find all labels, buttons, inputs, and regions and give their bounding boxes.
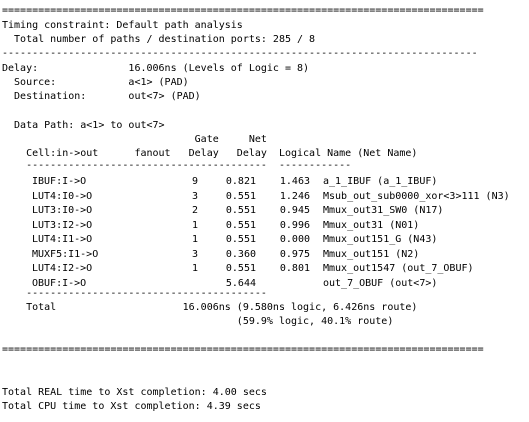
row-name: Mmux_out151_G (N43)	[323, 234, 438, 245]
row-fanout: 3	[191, 248, 198, 260]
row-fanout: 2	[191, 205, 198, 216]
column-header-separator: ----------------------------------------…	[2, 160, 352, 171]
separator-bottom: ========================================…	[2, 344, 484, 355]
row-cell: IBUF:I->O	[32, 176, 87, 187]
row-fanout: 1	[191, 234, 198, 245]
row-name: Mmux_out31 (N01)	[323, 219, 420, 231]
real-time-line: Total REAL time to Xst completion: 4.00 …	[2, 387, 267, 398]
row-name: out_7_OBUF (out<7>)	[323, 277, 438, 289]
row-gate: 0.551	[225, 190, 256, 202]
row-cell: LUT3:I0->O	[32, 205, 93, 216]
row-gate: 0.360	[225, 248, 256, 260]
destination-line: Destination: out<7> (PAD)	[2, 91, 201, 102]
total-separator: ----------------------------------------	[2, 288, 267, 299]
row-gate: 0.551	[225, 205, 256, 216]
source-line: Source: a<1> (PAD)	[2, 77, 189, 88]
total-line: Total 16.006ns (9.580ns logic, 6.426ns r…	[2, 302, 418, 313]
data-path-line: Data Path: a<1> to out<7>	[2, 120, 165, 131]
row-net: 1.463	[279, 176, 310, 187]
row-name: Msub_out_sub0000_xor<3>111 (N3)	[323, 190, 510, 202]
row-net: 0.945	[279, 205, 310, 216]
row-net: 0.975	[279, 248, 310, 260]
row-gate: 0.551	[225, 219, 256, 231]
cpu-time-line: Total CPU time to Xst completion: 4.39 s…	[2, 401, 261, 412]
delay-line: Delay: 16.006ns (Levels of Logic = 8)	[2, 63, 310, 74]
row-cell: LUT4:I0->O	[32, 190, 93, 202]
separator-dash: ----------------------------------------…	[2, 48, 478, 59]
total-percent-line: (59.9% logic, 40.1% route)	[2, 316, 394, 327]
row-net: 0.000	[279, 234, 310, 245]
row-name: a_1_IBUF (a_1_IBUF)	[323, 176, 438, 187]
row-cell: LUT3:I2->O	[32, 219, 93, 231]
row-gate: 0.551	[225, 263, 256, 274]
row-name: Mmux_out31_SW0 (N17)	[323, 205, 444, 216]
row-fanout: 9	[191, 176, 198, 187]
total-paths: Total number of paths / destination port…	[2, 34, 316, 45]
row-gate: 0.821	[225, 176, 256, 187]
row-net: 1.246	[279, 190, 310, 202]
row-cell: LUT4:I2->O	[32, 263, 93, 274]
row-name: Mmux_out151 (N2)	[323, 248, 420, 260]
row-cell: MUXF5:I1->O	[32, 248, 99, 260]
column-header-1: Gate Net	[2, 134, 267, 145]
row-net: 0.801	[279, 263, 310, 274]
row-fanout: 1	[191, 263, 198, 274]
row-fanout: 1	[191, 219, 198, 231]
row-fanout: 3	[191, 190, 198, 202]
timing-constraint: Timing constraint: Default path analysis	[2, 20, 243, 31]
row-cell: LUT4:I1->O	[32, 234, 93, 245]
separator-top: ========================================…	[2, 5, 484, 16]
row-net: 0.996	[279, 219, 310, 231]
row-name: Mmux_out1547 (out_7_OBUF)	[323, 263, 474, 274]
row-gate: 0.551	[225, 234, 256, 245]
